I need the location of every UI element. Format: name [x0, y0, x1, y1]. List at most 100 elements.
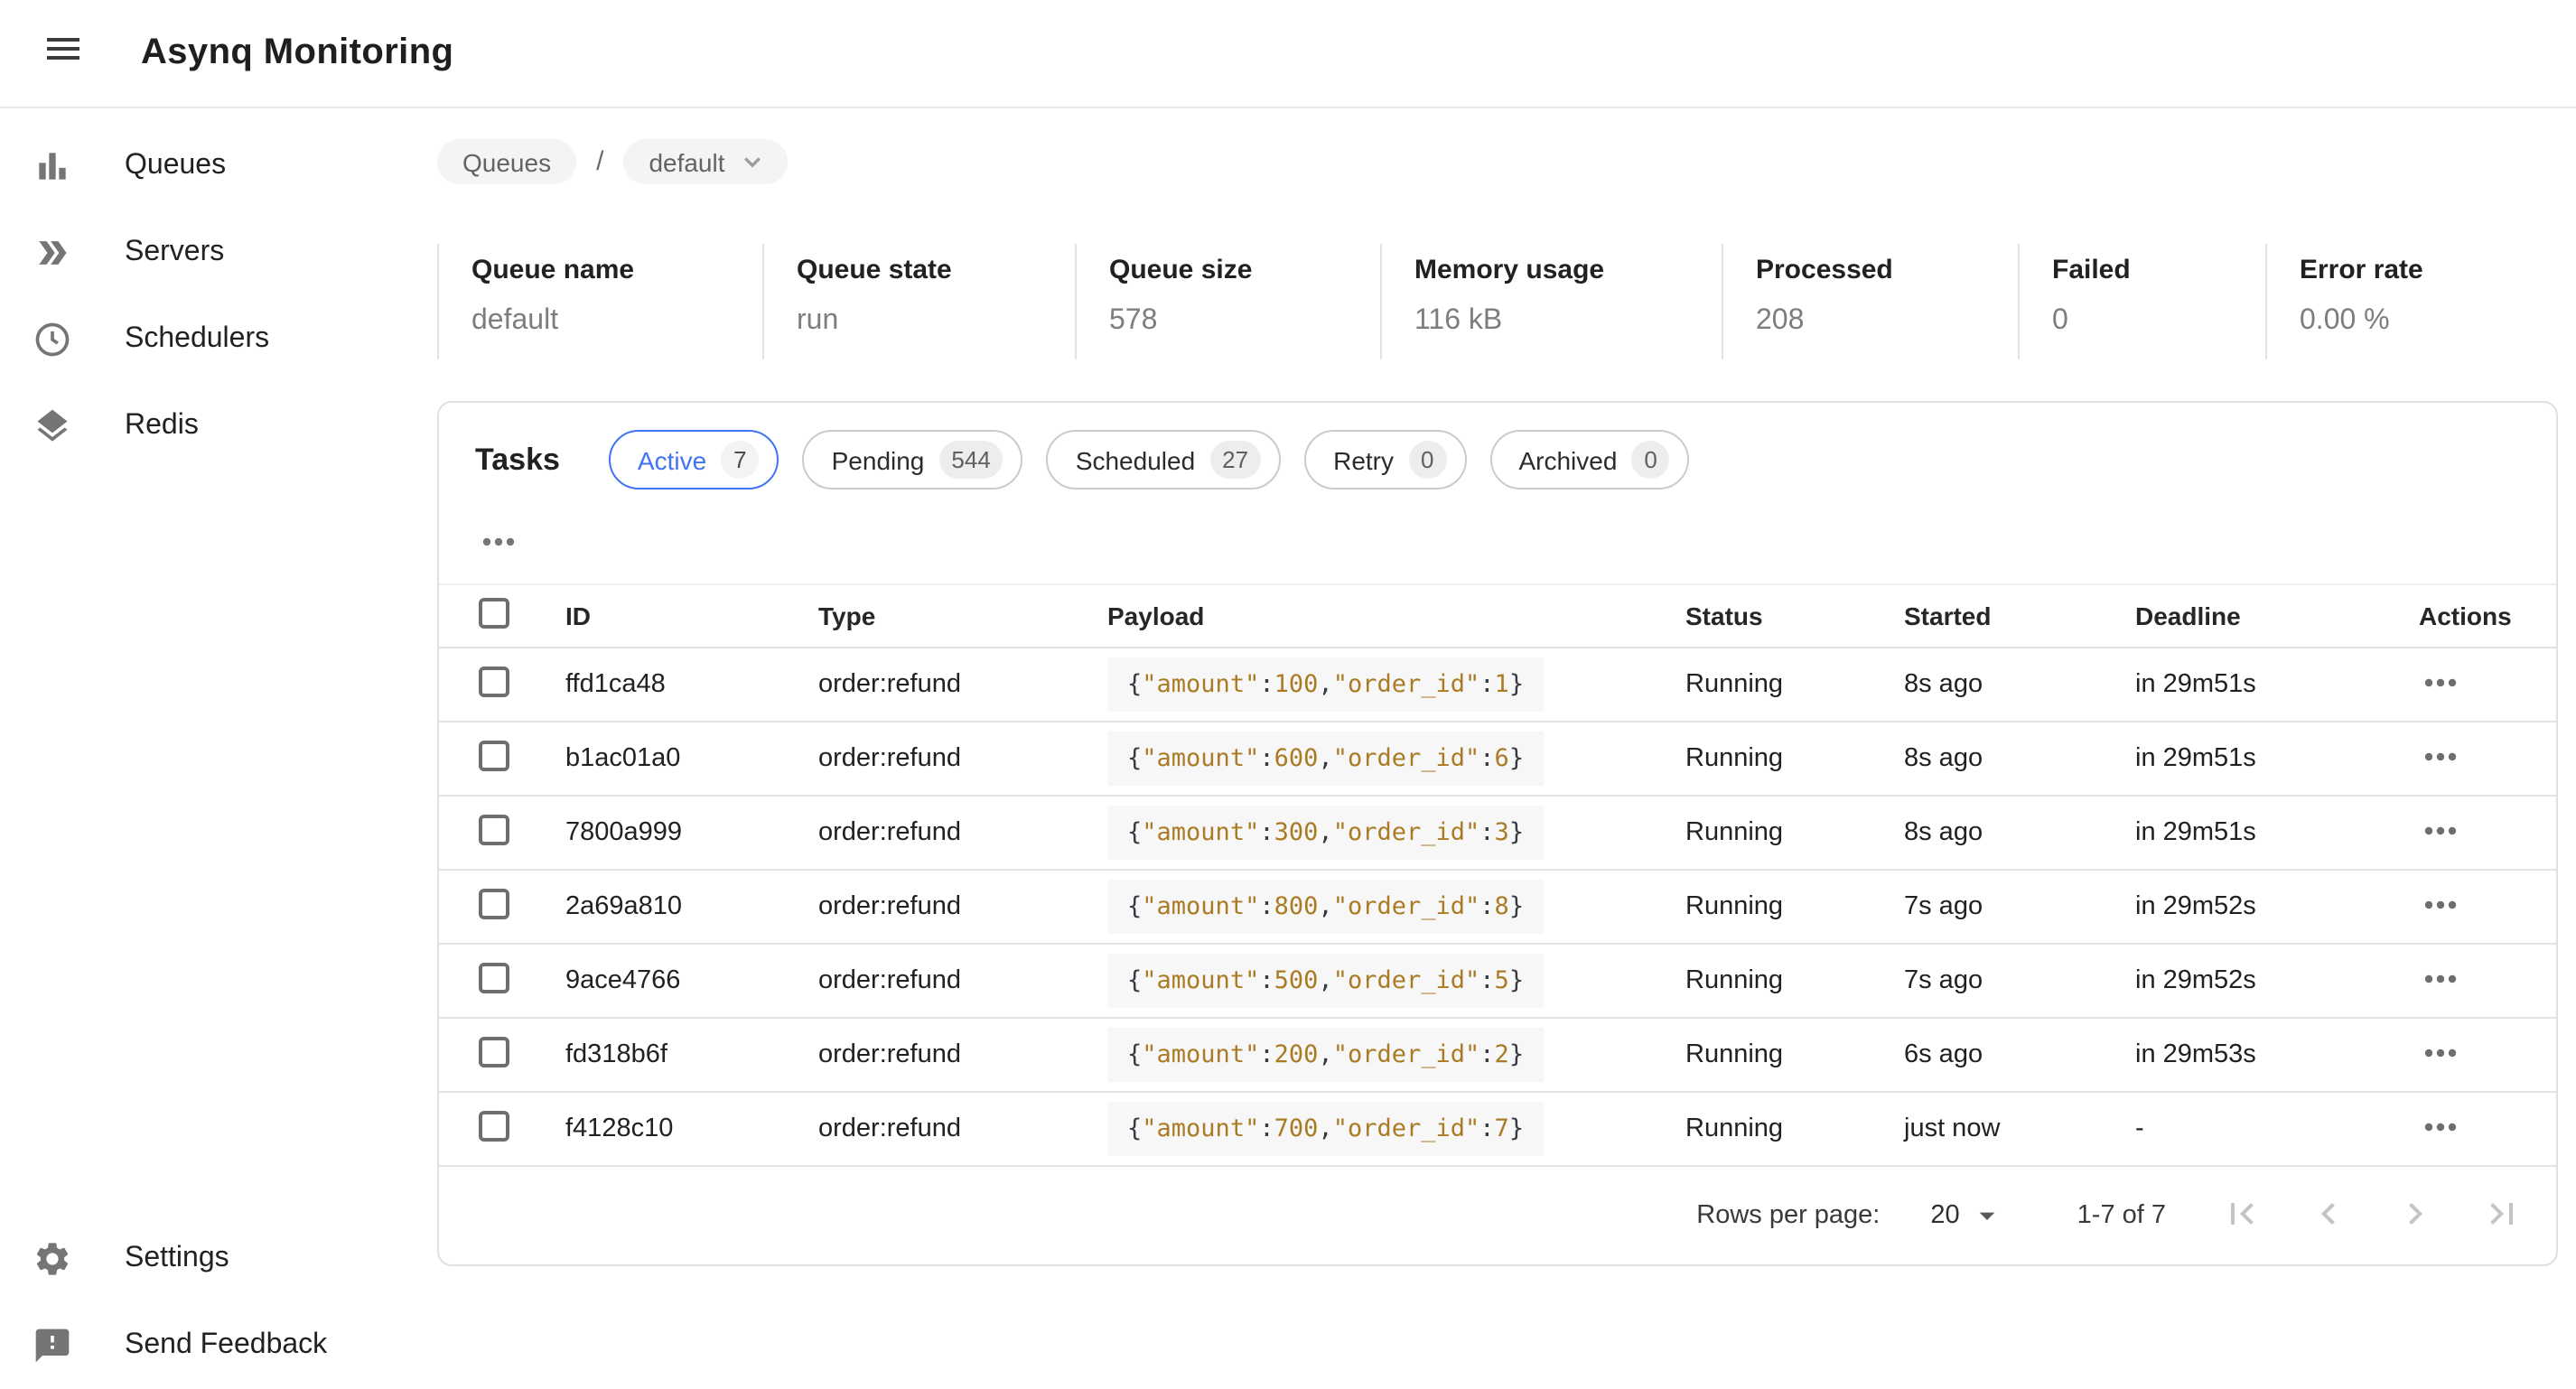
row-actions-menu-button[interactable]: [2419, 663, 2462, 706]
payload-json: {"amount":700,"order_id":7}: [1107, 1102, 1544, 1156]
row-actions-menu-button[interactable]: [2419, 959, 2462, 1002]
chevron-down-icon: [738, 146, 769, 177]
sidebar-item-label: Send Feedback: [125, 1329, 327, 1362]
table-row: f4128c10order:refund{"amount":700,"order…: [439, 1092, 2556, 1166]
task-state-tabs: Active7 Pending544 Scheduled27 Retry0 Archiv…: [609, 430, 1690, 489]
sidebar: Queues Servers Schedulers Redis Settings Sen…: [0, 108, 434, 1389]
pagination-nav: [2220, 1194, 2524, 1237]
cell-status: Running: [1657, 648, 1875, 722]
cell-deadline: in 29m51s: [2106, 648, 2390, 722]
sidebar-item-label: Settings: [125, 1243, 229, 1275]
tasks-table-head: IDTypePayloadStatusStartedDeadlineAction…: [439, 584, 2556, 648]
chevron-left-icon: [2307, 1191, 2350, 1240]
sidebar-item-label: Schedulers: [125, 323, 269, 356]
cell-id: ffd1ca48: [537, 648, 789, 722]
cell-started: 8s ago: [1875, 722, 2106, 796]
cell-deadline: in 29m52s: [2106, 870, 2390, 944]
cell-payload: {"amount":800,"order_id":8}: [1078, 870, 1657, 944]
row-checkbox-cell: [439, 796, 537, 870]
sidebar-item-servers[interactable]: Servers: [0, 210, 434, 296]
stat-value: default: [471, 305, 748, 338]
cell-id: 7800a999: [537, 796, 789, 870]
tab-pending[interactable]: Pending544: [803, 430, 1023, 489]
cell-payload: {"amount":700,"order_id":7}: [1078, 1092, 1657, 1166]
cell-status: Running: [1657, 796, 1875, 870]
cell-status: Running: [1657, 870, 1875, 944]
table-row: 2a69a810order:refund{"amount":800,"order…: [439, 870, 2556, 944]
tab-label: Pending: [832, 445, 925, 474]
stat-value: run: [797, 305, 1060, 338]
stat-label: Queue size: [1109, 255, 1366, 285]
top-app-bar: Asynq Monitoring: [0, 0, 2576, 108]
cell-deadline: in 29m52s: [2106, 944, 2390, 1018]
cell-actions: [2390, 1092, 2556, 1166]
next-page-button[interactable]: [2394, 1194, 2437, 1237]
stat-queue-state: Queue staterun: [762, 244, 1075, 359]
sidebar-item-send-feedback[interactable]: Send Feedback: [0, 1302, 434, 1389]
app-title: Asynq Monitoring: [141, 33, 453, 74]
breadcrumb-queues-chip[interactable]: Queues: [437, 139, 576, 184]
sidebar-item-redis[interactable]: Redis: [0, 383, 434, 470]
tab-archived[interactable]: Archived0: [1489, 430, 1689, 489]
last-page-button[interactable]: [2480, 1194, 2524, 1237]
tab-active[interactable]: Active7: [609, 430, 779, 489]
cell-type: order:refund: [789, 1018, 1078, 1092]
row-checkbox-cell: [439, 648, 537, 722]
tasks-table: IDTypePayloadStatusStartedDeadlineAction…: [439, 583, 2556, 1167]
main-content: Queues / default Queue namedefaultQueue …: [434, 108, 2576, 1389]
cell-started: 6s ago: [1875, 1018, 2106, 1092]
row-checkbox-cell: [439, 870, 537, 944]
cell-started: 8s ago: [1875, 796, 2106, 870]
sidebar-item-schedulers[interactable]: Schedulers: [0, 296, 434, 383]
layers-icon: [31, 405, 74, 448]
cell-id: f4128c10: [537, 1092, 789, 1166]
tab-count-badge: 27: [1209, 441, 1261, 479]
cell-type: order:refund: [789, 870, 1078, 944]
cell-status: Running: [1657, 1018, 1875, 1092]
sidebar-item-settings[interactable]: Settings: [0, 1216, 434, 1302]
row-actions-menu-button[interactable]: [2419, 1033, 2462, 1077]
table-row: 9ace4766order:refund{"amount":500,"order…: [439, 944, 2556, 1018]
menu-button[interactable]: [40, 30, 87, 77]
first-page-button[interactable]: [2220, 1194, 2263, 1237]
row-checkbox[interactable]: [479, 814, 509, 844]
row-checkbox-cell: [439, 1092, 537, 1166]
stat-failed: Failed0: [2018, 244, 2265, 359]
cell-actions: [2390, 796, 2556, 870]
stat-value: 116 kB: [1414, 305, 1707, 338]
select-all-checkbox[interactable]: [479, 598, 509, 629]
row-checkbox[interactable]: [479, 740, 509, 770]
row-actions-menu-button[interactable]: [2419, 737, 2462, 780]
cell-actions: [2390, 722, 2556, 796]
stat-label: Queue name: [471, 255, 748, 285]
previous-page-button[interactable]: [2307, 1194, 2350, 1237]
row-actions-menu-button[interactable]: [2419, 885, 2462, 928]
tab-retry[interactable]: Retry0: [1304, 430, 1466, 489]
row-checkbox[interactable]: [479, 1036, 509, 1067]
breadcrumb-queues-label: Queues: [462, 147, 551, 176]
breadcrumb-queue-selector[interactable]: default: [623, 139, 788, 184]
stat-queue-size: Queue size 578: [1075, 244, 1380, 359]
sidebar-item-queues[interactable]: Queues: [0, 123, 434, 210]
stat-memory-usage: Memory usage116 kB: [1380, 244, 1722, 359]
cell-deadline: in 29m51s: [2106, 796, 2390, 870]
hamburger-icon: [42, 27, 85, 79]
table-pagination: Rows per page: 20 1-7 of 7: [439, 1167, 2556, 1264]
row-actions-menu-button[interactable]: [2419, 1107, 2462, 1151]
sidebar-item-label: Servers: [125, 237, 224, 269]
row-checkbox[interactable]: [479, 666, 509, 696]
row-checkbox[interactable]: [479, 1110, 509, 1141]
cell-payload: {"amount":100,"order_id":1}: [1078, 648, 1657, 722]
bulk-actions-menu-button[interactable]: [477, 522, 520, 565]
tab-scheduled[interactable]: Scheduled27: [1047, 430, 1281, 489]
rows-per-page-select[interactable]: 20: [1930, 1198, 2004, 1234]
row-actions-menu-button[interactable]: [2419, 811, 2462, 854]
more-horiz-icon: [2419, 956, 2462, 1005]
row-checkbox[interactable]: [479, 888, 509, 918]
row-checkbox[interactable]: [479, 962, 509, 993]
stat-value: 578: [1109, 305, 1366, 338]
tab-label: Archived: [1518, 445, 1617, 474]
cell-payload: {"amount":200,"order_id":2}: [1078, 1018, 1657, 1092]
column-header-id: ID: [537, 584, 789, 648]
stat-label: Processed: [1756, 255, 2003, 285]
